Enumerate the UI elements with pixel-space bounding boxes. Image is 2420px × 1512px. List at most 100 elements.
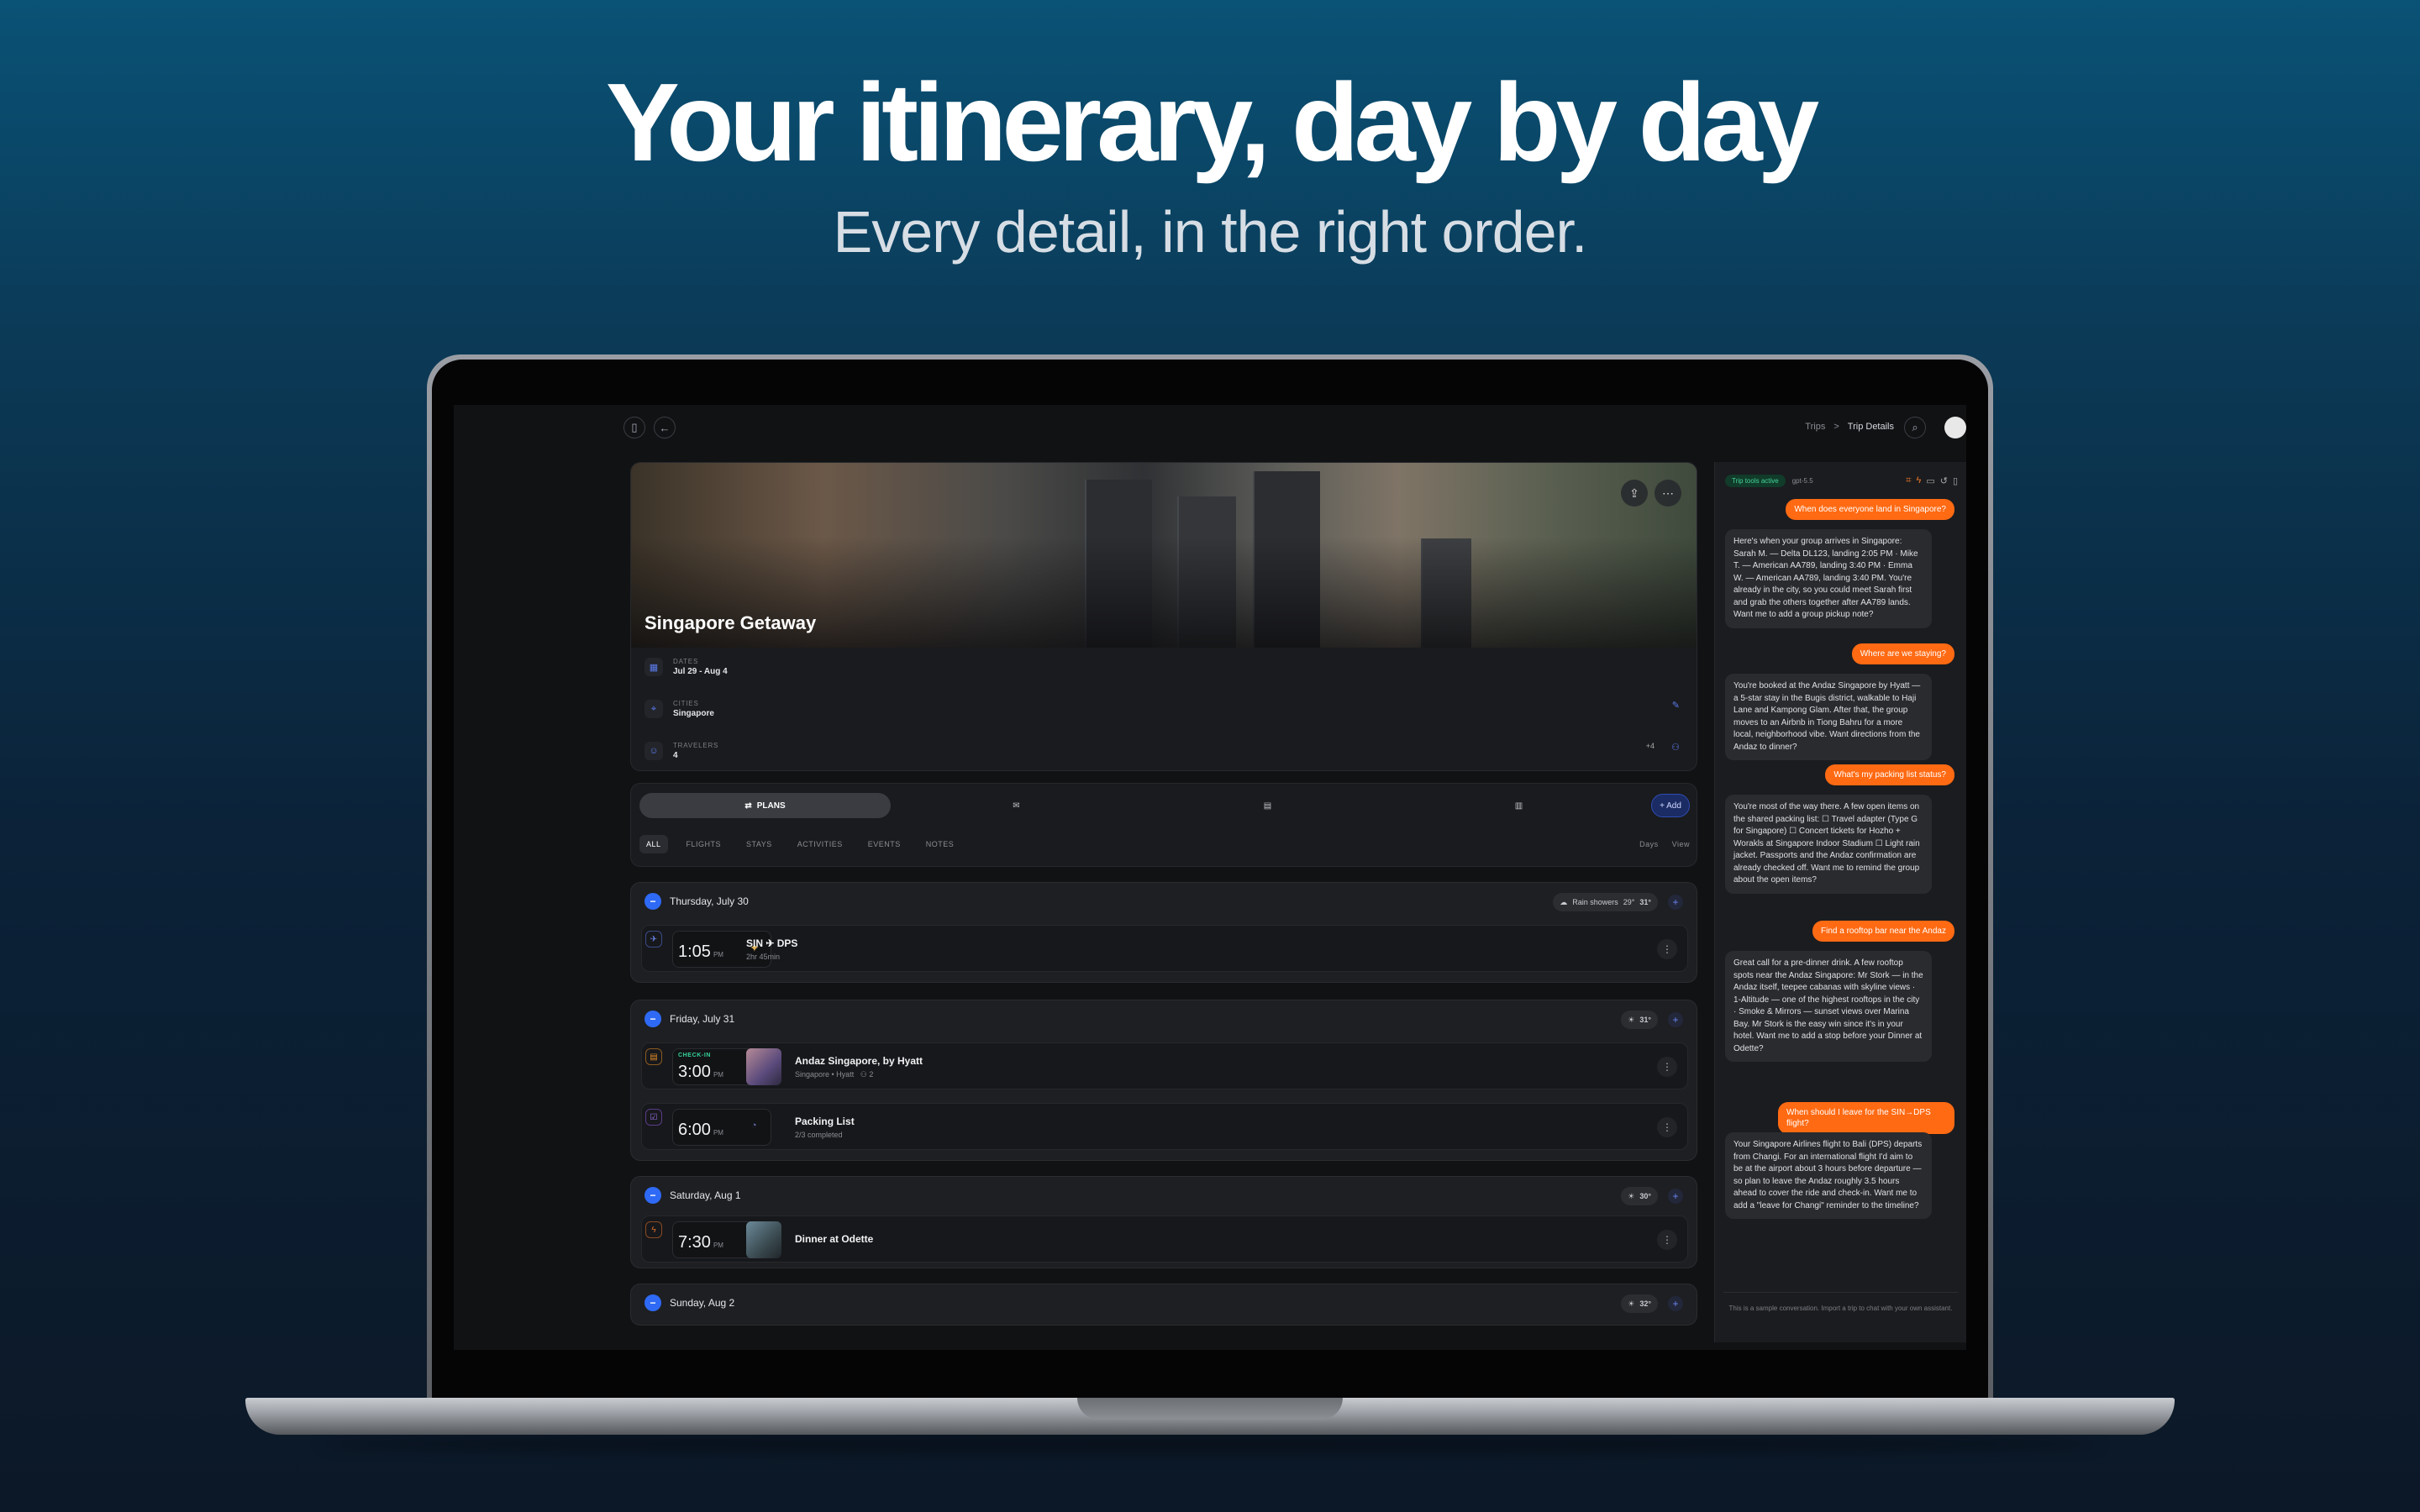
day-label: Saturday, Aug 1 — [670, 1189, 741, 1201]
item-menu-icon[interactable]: ⋮ — [1657, 1057, 1677, 1077]
day-card: − Saturday, Aug 1 ☀ 30° + ϟ 7:30 PM Dinner … — [630, 1176, 1697, 1268]
checklist-icon: ☑ — [645, 1109, 662, 1126]
item-time: 6:00 — [678, 1121, 711, 1139]
add-to-day-icon[interactable]: + — [1668, 1012, 1683, 1027]
tab-receipts[interactable]: ▥ — [1393, 793, 1644, 818]
weather-desc: Rain showers — [1572, 898, 1618, 906]
list-item[interactable]: ☑ 6:00 PM ◔ Packing List 2/3 completed ⋮ — [641, 1103, 1688, 1150]
item-ampm: PM — [713, 1242, 723, 1249]
view-toggle[interactable]: View — [1672, 840, 1690, 848]
filter-stays[interactable]: STAYS — [739, 835, 779, 853]
sun-icon: ☀ — [1628, 1015, 1635, 1024]
trip-travelers: ☺ TRAVELERS 4 — [644, 742, 718, 760]
mail-icon: ✉ — [1013, 801, 1020, 811]
day-card: − Thursday, July 30 ☁ Rain showers 29° 31° +… — [630, 882, 1697, 983]
filter-all[interactable]: ALL — [639, 835, 668, 853]
more-options-icon[interactable]: ⋯ — [1655, 480, 1681, 507]
tab-documents[interactable]: ▤ — [1142, 793, 1393, 818]
panel-icon[interactable]: ▯ — [1953, 475, 1958, 486]
sun-icon: ☀ — [1628, 1299, 1635, 1308]
filter-events[interactable]: EVENTS — [861, 835, 908, 853]
filter-notes[interactable]: NOTES — [919, 835, 961, 853]
day-card: − Sunday, Aug 2 ☀ 32° + — [630, 1284, 1697, 1326]
item-menu-icon[interactable]: ⋮ — [1657, 939, 1677, 959]
user-message: Find a rooftop bar near the Andaz — [1812, 921, 1954, 942]
history-icon[interactable]: ↺ — [1940, 475, 1948, 486]
weather-badge: ☀ 30° — [1621, 1187, 1658, 1205]
add-to-day-icon[interactable]: + — [1668, 895, 1683, 910]
weather-high: 32° — [1639, 1299, 1651, 1308]
tab-plans[interactable]: ⇄ PLANS — [639, 793, 891, 818]
day-label: Sunday, Aug 2 — [670, 1297, 735, 1309]
filter-bar: ALL FLIGHTS STAYS ACTIVITIES EVENTS NOTE… — [639, 832, 1690, 856]
trip-cities: ⌖ CITIES Singapore — [644, 700, 714, 718]
traveler-avatars[interactable]: +4 — [1646, 742, 1655, 750]
travelers-label: TRAVELERS — [673, 742, 719, 749]
tab-mail[interactable]: ✉ — [891, 793, 1142, 818]
item-ampm: PM — [713, 1071, 723, 1079]
day-label: Friday, July 31 — [670, 1013, 735, 1025]
add-button[interactable]: + Add — [1651, 794, 1690, 817]
crumb-separator: > — [1833, 422, 1839, 432]
add-traveler-icon[interactable]: ⚇ — [1671, 742, 1680, 753]
filter-flights[interactable]: FLIGHTS — [680, 835, 729, 853]
search-icon[interactable]: ⌕ — [1904, 417, 1926, 438]
breadcrumb: Trips > Trip Details — [1805, 422, 1894, 432]
item-menu-icon[interactable]: ⋮ — [1657, 1230, 1677, 1250]
sun-icon: ☀ — [1628, 1191, 1635, 1200]
laptop-notch — [1077, 1398, 1343, 1420]
collapse-icon[interactable]: − — [644, 893, 661, 910]
filter-activities[interactable]: ACTIVITIES — [791, 835, 850, 853]
item-ampm: PM — [713, 951, 723, 958]
day-label: Thursday, July 30 — [670, 895, 749, 907]
weather-high: 31° — [1639, 898, 1651, 906]
item-subtitle: 2/3 completed — [795, 1131, 843, 1139]
app-screen: ▯ ← Trips > Trip Details ⌕ Singapore Get… — [454, 405, 1966, 1350]
share-icon[interactable]: ⇪ — [1621, 480, 1648, 507]
weather-high: 31° — [1639, 1016, 1651, 1024]
weather-badge: ☀ 32° — [1621, 1294, 1658, 1313]
weather-badge: ☀ 31° — [1621, 1011, 1658, 1029]
chat-icon[interactable]: ▭ — [1926, 475, 1934, 486]
people-icon: ☺ — [644, 742, 663, 760]
model-label[interactable]: gpt-5.5 — [1792, 477, 1813, 485]
crumb-current: Trip Details — [1847, 422, 1894, 432]
progress-ring-icon: ◔ — [751, 1121, 757, 1131]
cities-label: CITIES — [673, 700, 699, 707]
trip-main-column: Singapore Getaway ⇪ ⋯ ▦ DATES Jul 29 - Au… — [630, 462, 1697, 1326]
location-pin-icon: ⌖ — [644, 700, 663, 718]
item-ampm: PM — [713, 1129, 723, 1137]
calendar-icon: ▦ — [644, 658, 663, 676]
list-item[interactable]: ▤ CHECK-IN 3:00 PM Andaz Singapore, by Hya… — [641, 1042, 1688, 1089]
day-card: − Friday, July 31 ☀ 31° + ▤ CHECK-IN 3:00 PM… — [630, 1000, 1697, 1161]
item-subtitle: 2hr 45min — [746, 953, 781, 961]
sidebar-toggle-icon[interactable]: ▯ — [623, 417, 645, 438]
receipt-icon: ▥ — [1514, 801, 1523, 811]
item-time: 3:00 — [678, 1063, 711, 1081]
bolt-icon[interactable]: ϟ — [1916, 475, 1921, 486]
assistant-message: You're booked at the Andaz Singapore by … — [1725, 674, 1932, 760]
edit-icon[interactable]: ✎ — [1672, 700, 1680, 711]
guests-icon: ⚇ — [860, 1070, 867, 1079]
item-menu-icon[interactable]: ⋮ — [1657, 1117, 1677, 1137]
list-item[interactable]: ✈ 1:05 PM ✦ SIN ✈ DPS 2hr 45min ⋮ — [641, 925, 1688, 972]
days-toggle[interactable]: Days — [1639, 840, 1659, 848]
chat-footer-note: This is a sample conversation. Import a … — [1723, 1292, 1958, 1334]
user-message: Where are we staying? — [1851, 643, 1954, 664]
add-to-day-icon[interactable]: + — [1668, 1296, 1683, 1311]
assistant-message: Here's when your group arrives in Singap… — [1725, 529, 1932, 628]
swap-icon: ⇄ — [744, 801, 752, 811]
crumb-trips[interactable]: Trips — [1805, 422, 1825, 432]
weather-low: 29° — [1623, 898, 1635, 906]
crop-icon[interactable]: ⌗ — [1906, 475, 1911, 486]
assistant-message: Great call for a pre-dinner drink. A few… — [1725, 951, 1932, 1062]
collapse-icon[interactable]: − — [644, 1294, 661, 1311]
collapse-icon[interactable]: − — [644, 1187, 661, 1204]
add-to-day-icon[interactable]: + — [1668, 1189, 1683, 1204]
assistant-message: You're most of the way there. A few open… — [1725, 795, 1932, 894]
collapse-icon[interactable]: − — [644, 1011, 661, 1027]
back-arrow-icon[interactable]: ← — [654, 417, 676, 438]
item-title: Andaz Singapore, by Hyatt — [795, 1055, 923, 1067]
user-avatar[interactable] — [1944, 417, 1966, 438]
list-item[interactable]: ϟ 7:30 PM Dinner at Odette ⋮ — [641, 1215, 1688, 1263]
